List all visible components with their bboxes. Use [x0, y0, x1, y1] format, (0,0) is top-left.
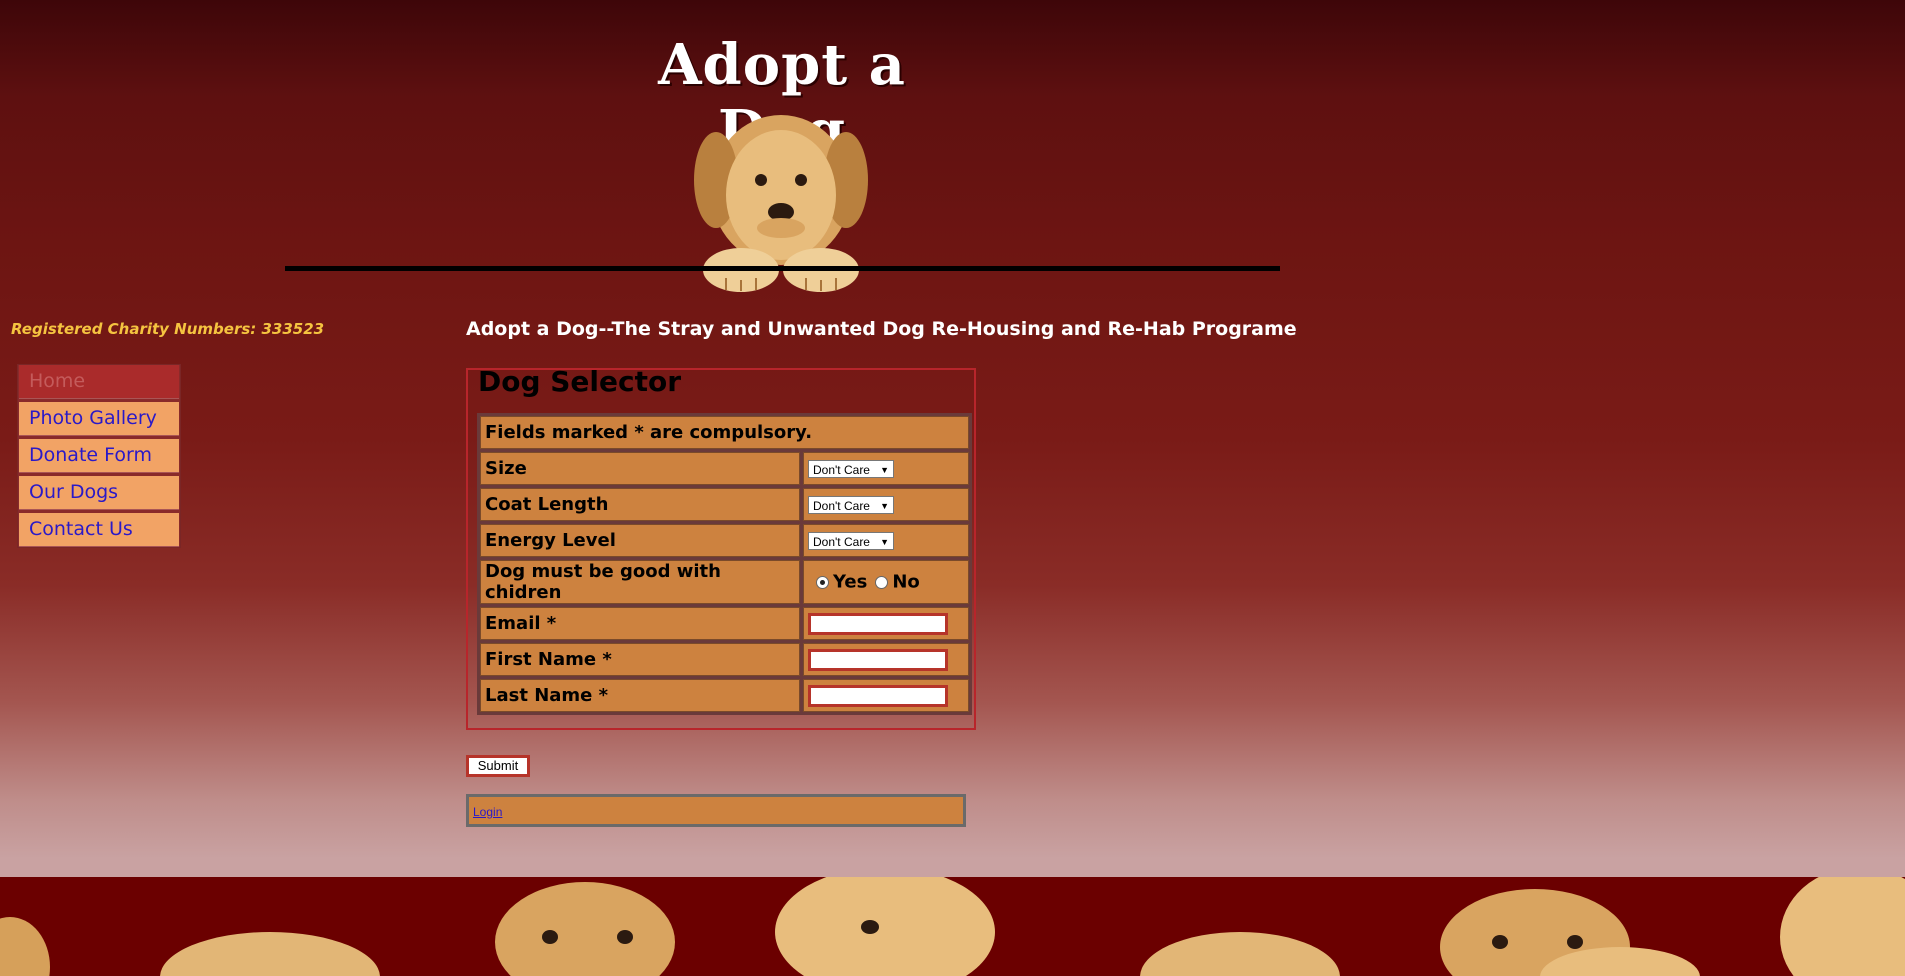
chevron-down-icon: ▼ [880, 465, 889, 475]
coat-length-select[interactable]: Don't Care ▼ [808, 496, 894, 514]
first-name-label: First Name * [480, 643, 800, 676]
puppies-footer-image [0, 877, 1905, 976]
coat-length-cell: Don't Care ▼ [803, 488, 969, 521]
table-row: Coat Length Don't Care ▼ [480, 488, 969, 521]
footer-puppies-banner [0, 877, 1905, 976]
table-row: Last Name * [480, 679, 969, 712]
children-cell: Yes No [803, 560, 969, 604]
size-label: Size [480, 452, 800, 485]
charity-number: Registered Charity Numbers: 333523 [11, 320, 325, 338]
email-label: Email * [480, 607, 800, 640]
login-bar: Login [466, 794, 966, 827]
chevron-down-icon: ▼ [880, 537, 889, 547]
nav-item-home[interactable]: Home [19, 365, 179, 399]
header-divider [285, 266, 1280, 271]
energy-level-select-value: Don't Care [813, 535, 870, 549]
sidebar-nav: Home Photo Gallery Donate Form Our Dogs … [17, 364, 181, 548]
size-select-value: Don't Care [813, 463, 870, 477]
dog-selector-table: Fields marked * are compulsory. Size Don… [477, 413, 972, 715]
children-no-label: No [892, 571, 920, 593]
children-no-radio[interactable] [875, 575, 889, 589]
first-name-field[interactable] [808, 648, 948, 671]
size-cell: Don't Care ▼ [803, 452, 969, 485]
table-row: Email * [480, 607, 969, 640]
compulsory-note: Fields marked * are compulsory. [480, 416, 969, 449]
table-row: Dog must be good with chidren Yes No [480, 560, 969, 604]
children-yes-label: Yes [833, 571, 868, 593]
table-row: Size Don't Care ▼ [480, 452, 969, 485]
children-label: Dog must be good with chidren [480, 560, 800, 604]
table-row: Fields marked * are compulsory. [480, 416, 969, 449]
first-name-cell [803, 643, 969, 676]
last-name-field[interactable] [808, 684, 948, 707]
children-yes-radio[interactable] [816, 575, 829, 589]
puppy-logo [694, 115, 868, 292]
energy-level-cell: Don't Care ▼ [803, 524, 969, 557]
login-link[interactable]: Login [473, 805, 502, 819]
last-name-cell [803, 679, 969, 712]
email-field[interactable] [808, 612, 948, 635]
size-select[interactable]: Don't Care ▼ [808, 460, 894, 478]
page-tagline: Adopt a Dog--The Stray and Unwanted Dog … [466, 318, 1297, 340]
energy-level-select[interactable]: Don't Care ▼ [808, 532, 894, 550]
dog-selector-legend: Dog Selector [478, 365, 682, 398]
table-row: Energy Level Don't Care ▼ [480, 524, 969, 557]
nav-item-contact-us[interactable]: Contact Us [19, 513, 179, 547]
coat-length-label: Coat Length [480, 488, 800, 521]
table-row: First Name * [480, 643, 969, 676]
nav-item-our-dogs[interactable]: Our Dogs [19, 476, 179, 510]
chevron-down-icon: ▼ [880, 501, 889, 511]
email-cell [803, 607, 969, 640]
submit-button[interactable]: Submit [466, 755, 530, 777]
nav-item-donate-form[interactable]: Donate Form [19, 439, 179, 473]
coat-length-select-value: Don't Care [813, 499, 870, 513]
last-name-label: Last Name * [480, 679, 800, 712]
nav-item-photo-gallery[interactable]: Photo Gallery [19, 402, 179, 436]
energy-level-label: Energy Level [480, 524, 800, 557]
